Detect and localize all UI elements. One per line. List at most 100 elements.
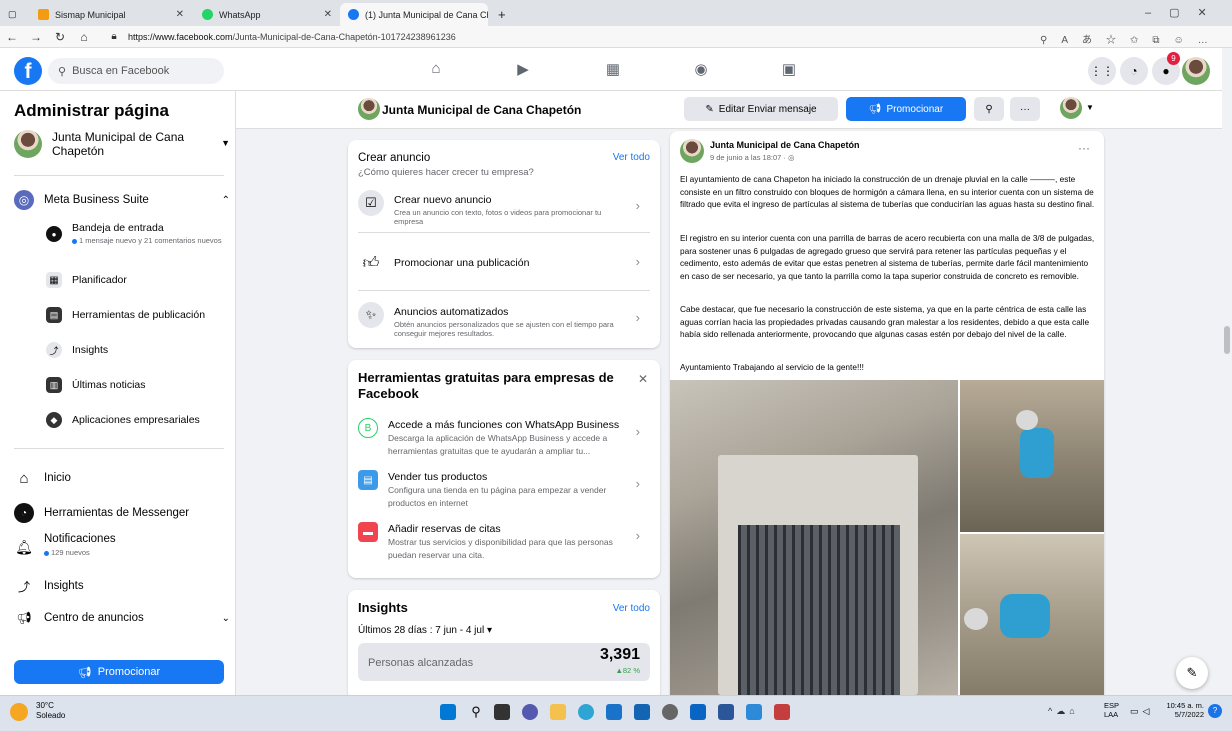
tab-sismap[interactable]: Sismap Municipal ✕ [30,3,192,26]
language-indicator[interactable]: ESP LAA [1104,701,1119,719]
search-icon: ⚲ [985,103,993,115]
sidebar-item-notifications[interactable]: 🔔︎ Notificaciones 129 nuevos [14,533,230,559]
page-selector[interactable]: Junta Municipal de Cana Chapetón ▼ [14,130,230,158]
post-date[interactable]: 9 de junio a las 18:07 · ◎ [710,153,795,162]
weather-widget[interactable]: 30°C Soleado [36,701,65,721]
sidebar-item-home[interactable]: ⌂ Inicio [14,468,230,488]
profile-avatar[interactable] [1182,57,1210,85]
pencil-icon: ✎ [705,103,714,115]
mail-icon[interactable] [634,704,650,720]
settings-icon[interactable] [662,704,678,720]
page-switcher-avatar[interactable] [1060,97,1082,119]
sidebar-item-insights[interactable]: ⤴ Insights [46,342,226,358]
post-paragraph: El ayuntamiento de cana Chapeton ha inic… [680,174,1095,210]
groups-nav-icon[interactable]: ◉ [690,60,712,80]
file-explorer-icon[interactable] [550,704,566,720]
insights-range-selector[interactable]: Últimos 28 días : 7 jun - 4 jul ▾ [358,625,492,636]
meta-business-suite[interactable]: ◎ Meta Business Suite ⌃ [14,190,230,210]
photos-icon[interactable] [746,704,762,720]
close-icon[interactable]: ✕ [638,372,648,386]
task-view-icon[interactable] [494,704,510,720]
clock[interactable]: 10:45 a. m. 5/7/2022 [1160,701,1204,719]
insights-icon: ⤴ [46,342,62,358]
divider [14,175,224,176]
facebook-logo[interactable]: f [14,57,42,85]
caret-down-icon: ▼ [221,138,230,148]
create-new-ad-option[interactable]: ☑ Crear nuevo anuncio Crea un anuncio con… [358,190,650,226]
tab-whatsapp[interactable]: WhatsApp ✕ [194,3,340,26]
sidebar-item-messenger-tools[interactable]: ◔ Herramientas de Messenger [14,503,230,523]
post-options-icon[interactable]: ··· [1078,141,1090,155]
weather-sun-icon[interactable] [10,703,28,721]
post-paragraph: El registro en su interior cuenta con un… [680,233,1095,281]
publishing-tools-icon: ▤ [46,307,62,323]
sidebar-item-ads-center[interactable]: 📢︎ Centro de anuncios ⌄ [14,608,230,628]
sidebar-promote-button[interactable]: 📢︎ Promocionar [14,660,224,684]
tab-actions-icon[interactable]: ▢ [0,3,28,26]
close-icon[interactable]: ✕ [176,9,184,20]
promote-post-option[interactable]: 👍︎ Promocionar una publicación › [358,250,650,276]
store-icon[interactable] [606,704,622,720]
window-controls[interactable]: –▢✕ [1145,6,1225,19]
reload-icon[interactable]: ↻ [52,30,68,44]
insights-see-all[interactable]: Ver todo [613,603,650,614]
powerpoint-icon[interactable] [774,704,790,720]
more-options-button[interactable]: ··· [1010,97,1040,121]
create-ad-see-all[interactable]: Ver todo [613,152,650,163]
browser-toolbar-icons[interactable]: ⚲Aあ☆✩⧉☺… [1040,31,1222,46]
notification-center-icon[interactable]: ? [1208,704,1222,718]
sidebar-title: Administrar página [14,101,169,120]
marketplace-nav-icon[interactable]: ▦ [602,60,624,80]
outlook-icon[interactable] [690,704,706,720]
home-icon[interactable]: ⌂ [76,30,92,44]
edit-send-message-button[interactable]: ✎ Editar Enviar mensaje [684,97,838,121]
chat-app-icon[interactable] [522,704,538,720]
watch-nav-icon[interactable]: ▶ [512,60,534,80]
promote-button[interactable]: 📢︎ Promocionar [846,97,966,121]
appointments-item[interactable]: ▬ Añadir reservas de citas Mostrar tus se… [358,522,650,561]
post-paragraph: Ayuntamiento Trabajando al servicio de l… [680,362,864,372]
start-icon[interactable] [440,704,456,720]
search-icon[interactable]: ⚲ [468,704,484,720]
new-tab-button[interactable]: + [490,3,510,26]
url-field[interactable]: https://www.facebook.com/Junta-Municipal… [128,32,456,42]
forward-icon[interactable]: → [28,30,44,44]
sidebar-item-publishing-tools[interactable]: ▤ Herramientas de publicación [46,307,226,323]
system-tray-icons[interactable]: ^☁⌂ [1048,706,1079,717]
messenger-icon[interactable]: ◔ [1120,57,1148,85]
left-sidebar [0,91,236,695]
post-photo-worker-2[interactable] [960,534,1104,695]
network-volume-icons[interactable]: ▭◁ [1130,706,1153,717]
sidebar-item-planner[interactable]: ▦ Planificador [46,272,226,288]
tab-facebook[interactable]: (1) Junta Municipal de Cana Cha ✕ [340,3,488,26]
search-page-button[interactable]: ⚲ [974,97,1004,121]
megaphone-icon: 📢︎ [16,611,32,625]
post-author[interactable]: Junta Municipal de Cana Chapetón [710,140,860,150]
chevron-right-icon: › [635,476,640,491]
post-author-avatar[interactable] [680,139,704,163]
post-photo-drain[interactable] [670,380,958,695]
close-icon[interactable]: ✕ [324,9,332,20]
chevron-right-icon: › [635,310,640,325]
automated-ads-option[interactable]: ✨︎ Anuncios automatizados Obtén anuncios … [358,302,650,338]
whatsapp-business-item[interactable]: B Accede a más funciones con WhatsApp Bu… [358,418,650,457]
word-icon[interactable] [718,704,734,720]
search-input[interactable]: ⚲ Busca en Facebook [48,58,224,84]
home-nav-icon[interactable]: ⌂ [425,60,447,80]
new-message-button[interactable]: ✎ [1176,657,1208,689]
menu-grid-icon[interactable]: ⋮⋮ [1088,57,1116,85]
post-photo-worker-1[interactable] [960,380,1104,532]
gaming-nav-icon[interactable]: ▣ [778,60,800,80]
edge-icon[interactable] [578,704,594,720]
sell-products-item[interactable]: ▤ Vender tus productos Configura una tien… [358,470,650,509]
sidebar-item-inbox[interactable]: ● Bandeja de entrada 1 mensaje nuevo y 2… [46,222,226,247]
more-icon: ··· [1020,103,1030,115]
page-scrollbar[interactable] [1222,48,1232,695]
sidebar-item-news[interactable]: ▥ Últimas noticias [46,377,226,393]
back-icon[interactable]: ← [4,30,20,44]
people-reached-metric[interactable]: Personas alcanzadas 3,391 ▲82 % [358,643,650,681]
sidebar-item-apps[interactable]: ◆ Aplicaciones empresariales [46,412,226,428]
caret-down-icon[interactable]: ▼ [1086,103,1094,112]
sidebar-item-insights-main[interactable]: ⤴ Insights [14,576,230,596]
bell-icon: 🔔︎ [15,538,33,555]
